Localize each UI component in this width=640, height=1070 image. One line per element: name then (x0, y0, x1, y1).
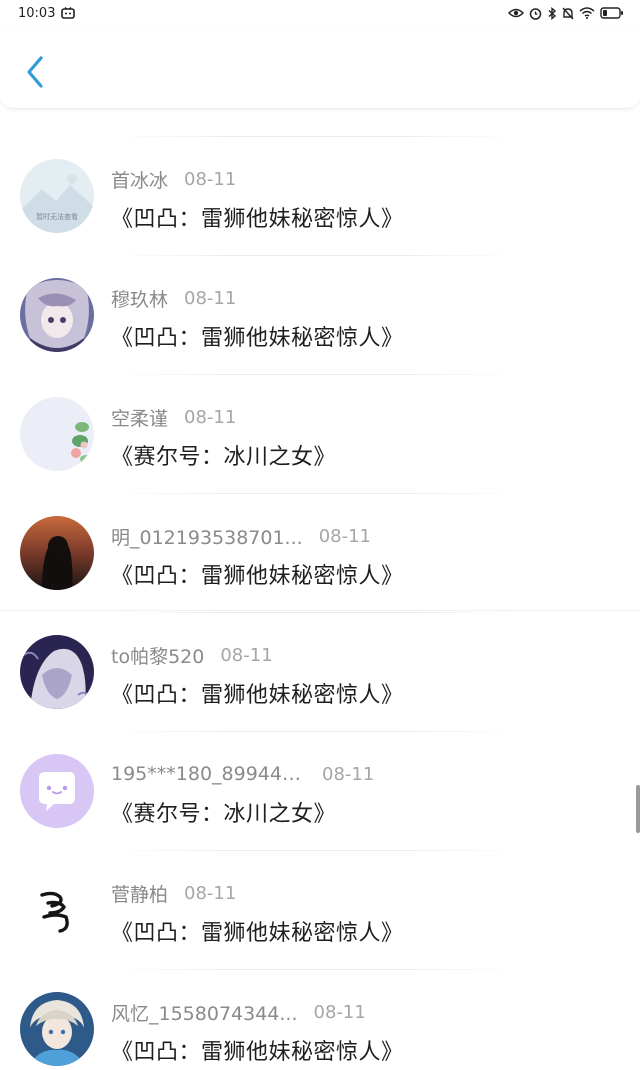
list-item[interactable]: 195***180_899443.. 08-11 《赛尔号：冰川之女》 (0, 713, 640, 832)
user-name[interactable]: 195***180_899443.. (111, 763, 306, 785)
divider (110, 612, 520, 613)
top-bar (0, 26, 640, 109)
alarm-icon (529, 7, 542, 20)
item-meta: 空柔谨 08-11 (111, 404, 236, 430)
divider (110, 969, 520, 970)
wifi-icon (579, 7, 595, 19)
item-date: 08-11 (220, 644, 273, 666)
avatar[interactable] (20, 635, 94, 709)
list-item[interactable]: 明_012193538701... 08-11 《凹凸：雷狮他妹秘密惊人》 (0, 475, 640, 594)
list-item[interactable]: 菅静柏 08-11 《凹凸：雷狮他妹秘密惊人》 (0, 832, 640, 951)
user-list: 暂时无法查看 首冰冰 08-11 《凹凸：雷狮他妹秘密惊人》 穆玖林 08-11 (0, 118, 640, 1070)
avatar[interactable] (20, 754, 94, 828)
item-date: 08-11 (318, 525, 371, 547)
status-bar: 10:03 (0, 0, 640, 26)
avatar[interactable] (20, 873, 94, 947)
avatar[interactable] (20, 278, 94, 352)
item-meta: 首冰冰 08-11 (111, 166, 236, 192)
book-title[interactable]: 《赛尔号：冰川之女》 (111, 796, 336, 828)
item-meta: 195***180_899443.. 08-11 (111, 761, 374, 787)
item-meta: 风忆_1558074344... 08-11 (111, 999, 366, 1025)
section-divider (0, 610, 640, 611)
user-name[interactable]: 穆玖林 (111, 285, 168, 312)
book-title[interactable]: 《凹凸：雷狮他妹秘密惊人》 (111, 677, 404, 709)
item-date: 08-11 (184, 406, 237, 428)
battery-icon (600, 7, 624, 19)
user-name[interactable]: 风忆_1558074344... (111, 999, 298, 1026)
item-date: 08-11 (184, 168, 237, 190)
mute-icon (562, 7, 574, 20)
avatar[interactable] (20, 992, 94, 1066)
eye-icon (508, 7, 524, 19)
scrollbar[interactable] (636, 785, 640, 833)
list-item[interactable]: to帕黎520 08-11 《凹凸：雷狮他妹秘密惊人》 (0, 594, 640, 713)
user-name[interactable]: to帕黎520 (111, 642, 204, 669)
book-title[interactable]: 《赛尔号：冰川之女》 (111, 439, 336, 471)
avatar[interactable]: 暂时无法查看 (20, 159, 94, 233)
divider (110, 493, 520, 494)
list-item[interactable]: 穆玖林 08-11 《凹凸：雷狮他妹秘密惊人》 (0, 237, 640, 356)
divider (110, 255, 520, 256)
book-title[interactable]: 《凹凸：雷狮他妹秘密惊人》 (111, 201, 404, 233)
item-date: 08-11 (184, 287, 237, 309)
user-name[interactable]: 空柔谨 (111, 404, 168, 431)
divider (110, 374, 520, 375)
list-item[interactable]: 风忆_1558074344... 08-11 《凹凸：雷狮他妹秘密惊人》 (0, 951, 640, 1070)
app-notification-icon (61, 7, 76, 19)
item-date: 08-11 (184, 882, 237, 904)
book-title[interactable]: 《凹凸：雷狮他妹秘密惊人》 (111, 320, 404, 352)
avatar[interactable] (20, 516, 94, 590)
divider (110, 850, 520, 851)
user-name[interactable]: 菅静柏 (111, 880, 168, 907)
item-date: 08-11 (313, 1001, 366, 1023)
item-meta: 穆玖林 08-11 (111, 285, 236, 311)
back-button[interactable] (18, 54, 52, 94)
user-name[interactable]: 首冰冰 (111, 166, 168, 193)
avatar-placeholder-text: 暂时无法查看 (36, 212, 78, 221)
chevron-left-icon (25, 55, 45, 93)
divider (110, 731, 520, 732)
book-title[interactable]: 《凹凸：雷狮他妹秘密惊人》 (111, 1034, 404, 1066)
divider (110, 136, 520, 137)
item-meta: to帕黎520 08-11 (111, 642, 273, 668)
item-date: 08-11 (322, 763, 375, 785)
book-title[interactable]: 《凹凸：雷狮他妹秘密惊人》 (111, 915, 404, 947)
list-item[interactable]: 空柔谨 08-11 《赛尔号：冰川之女》 (0, 356, 640, 475)
item-meta: 明_012193538701... 08-11 (111, 523, 371, 549)
status-time: 10:03 (18, 5, 56, 21)
user-name[interactable]: 明_012193538701... (111, 523, 303, 550)
book-title[interactable]: 《凹凸：雷狮他妹秘密惊人》 (111, 558, 404, 590)
item-meta: 菅静柏 08-11 (111, 880, 236, 906)
avatar[interactable] (20, 397, 94, 471)
list-item[interactable]: 暂时无法查看 首冰冰 08-11 《凹凸：雷狮他妹秘密惊人》 (0, 118, 640, 237)
bluetooth-icon (547, 6, 557, 20)
